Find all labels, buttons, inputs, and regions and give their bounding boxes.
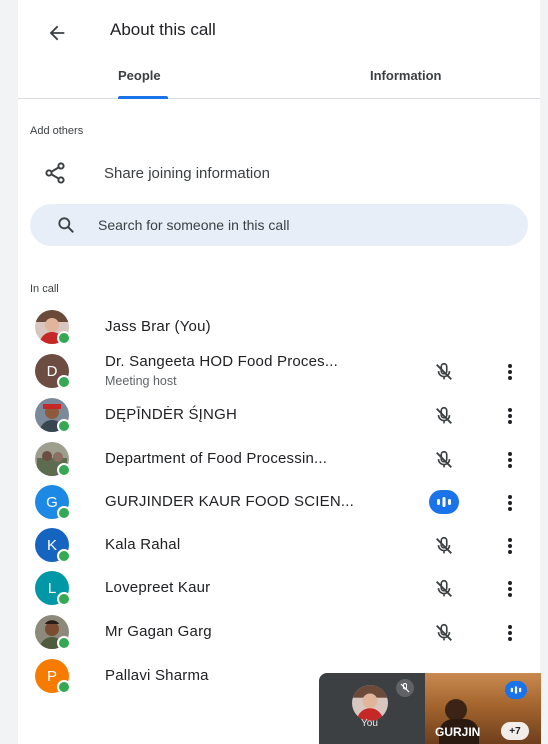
avatar — [35, 615, 71, 650]
online-status-dot — [57, 592, 71, 606]
mic-off-icon — [432, 360, 456, 384]
online-status-dot — [57, 506, 71, 520]
remote-video-tile[interactable]: GURJIN +7 — [425, 673, 541, 744]
search-input[interactable]: Search for someone in this call — [30, 204, 528, 246]
online-status-dot — [57, 463, 71, 477]
participant-row[interactable]: G GURJINDER KAUR FOOD SCIEN... — [30, 481, 530, 523]
avatar: D — [35, 354, 71, 389]
search-placeholder: Search for someone in this call — [98, 217, 290, 233]
participant-name: DĘPĪNDĖR ŚĮNGH — [105, 406, 237, 423]
participant-row[interactable]: D Dr. Sangeeta HOD Food Proces... Meetin… — [30, 350, 530, 392]
more-participants-badge[interactable]: +7 — [501, 722, 529, 740]
video-preview-tiles[interactable]: You GURJIN +7 — [319, 673, 541, 744]
tab-bar: People Information — [18, 60, 540, 99]
more-options-button[interactable] — [498, 620, 522, 646]
participant-row[interactable]: Jass Brar (You) — [30, 306, 530, 348]
avatar-initial: L — [47, 579, 57, 597]
avatar-initial: P — [46, 667, 57, 685]
video-person-head — [445, 699, 467, 721]
add-others-label: Add others — [30, 125, 84, 137]
tab-people[interactable]: People — [118, 68, 161, 83]
mic-off-icon — [432, 621, 456, 645]
more-options-button[interactable] — [498, 533, 522, 559]
share-icon — [40, 161, 70, 185]
right-edge — [540, 0, 548, 744]
more-vert-icon — [508, 364, 512, 380]
speaking-indicator-icon — [505, 681, 527, 699]
participant-name: Mr Gagan Garg — [105, 623, 212, 640]
mic-off-icon — [432, 404, 456, 428]
participant-name: Department of Food Processin... — [105, 450, 328, 467]
participant-name: Lovepreet Kaur — [105, 579, 211, 596]
more-vert-icon — [508, 581, 512, 597]
avatar — [35, 442, 71, 477]
mic-off-icon — [396, 679, 414, 697]
avatar-initial: K — [46, 536, 57, 554]
avatar-initial: G — [46, 493, 58, 511]
self-video-label: You — [361, 718, 378, 729]
avatar: K — [35, 528, 71, 563]
self-video-tile[interactable]: You — [319, 673, 423, 744]
more-options-button[interactable] — [498, 447, 522, 473]
self-avatar — [352, 685, 388, 721]
left-edge — [0, 0, 18, 744]
back-button[interactable] — [42, 18, 72, 48]
speaking-indicator-icon — [429, 490, 459, 514]
avatar — [35, 398, 71, 433]
search-icon — [56, 215, 76, 235]
online-status-dot — [57, 419, 71, 433]
header: About this call — [18, 0, 540, 64]
more-vert-icon — [508, 495, 512, 511]
participant-name: Dr. Sangeeta HOD Food Proces... — [105, 353, 338, 370]
mic-off-icon — [432, 577, 456, 601]
avatar — [35, 310, 71, 345]
participant-role: Meeting host — [105, 374, 177, 388]
avatar: L — [35, 571, 71, 606]
participant-row[interactable]: DĘPĪNDĖR ŚĮNGH — [30, 394, 530, 436]
more-vert-icon — [508, 452, 512, 468]
more-vert-icon — [508, 625, 512, 641]
more-options-button[interactable] — [498, 403, 522, 429]
more-options-button[interactable] — [498, 576, 522, 602]
participant-row[interactable]: Mr Gagan Garg — [30, 611, 530, 653]
share-joining-info-button[interactable]: Share joining information — [30, 155, 530, 191]
participant-name: Kala Rahal — [105, 536, 181, 553]
page-title: About this call — [110, 20, 216, 39]
online-status-dot — [57, 636, 71, 650]
participant-name: GURJINDER KAUR FOOD SCIEN... — [105, 493, 354, 510]
participant-row[interactable]: K Kala Rahal — [30, 524, 530, 566]
tab-selected-indicator — [118, 96, 168, 99]
remote-video-label: GURJIN — [435, 725, 481, 739]
online-status-dot — [57, 331, 71, 345]
in-call-label: In call — [30, 283, 59, 295]
avatar-initial: D — [46, 362, 58, 380]
more-options-button[interactable] — [498, 490, 522, 516]
share-joining-info-label: Share joining information — [104, 164, 270, 182]
online-status-dot — [57, 680, 71, 694]
participant-name: Pallavi Sharma — [105, 667, 209, 684]
participant-name: Jass Brar (You) — [105, 318, 211, 335]
online-status-dot — [57, 549, 71, 563]
tab-information[interactable]: Information — [370, 68, 442, 83]
more-vert-icon — [508, 408, 512, 424]
mic-off-icon — [432, 534, 456, 558]
mic-off-icon — [432, 448, 456, 472]
more-options-button[interactable] — [498, 359, 522, 385]
online-status-dot — [57, 375, 71, 389]
participant-row[interactable]: Department of Food Processin... — [30, 438, 530, 480]
avatar: P — [35, 659, 71, 694]
more-vert-icon — [508, 538, 512, 554]
arrow-back-icon — [49, 25, 65, 41]
participant-row[interactable]: L Lovepreet Kaur — [30, 567, 530, 609]
avatar: G — [35, 485, 71, 520]
